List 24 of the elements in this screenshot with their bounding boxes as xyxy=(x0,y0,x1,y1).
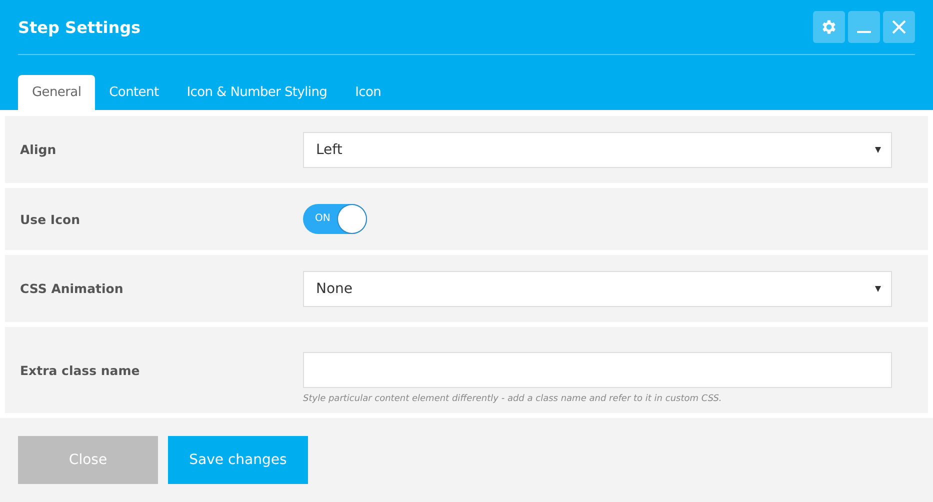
close-icon xyxy=(892,20,906,34)
field-label: CSS Animation xyxy=(20,281,124,296)
caret-icon xyxy=(875,146,881,152)
field-label: Extra class name xyxy=(20,362,141,378)
minimize-icon xyxy=(857,31,871,33)
field-label: Use Icon xyxy=(20,212,81,226)
select-field[interactable]: None xyxy=(303,270,892,306)
tab[interactable]: Icon & Number Styling xyxy=(172,75,342,110)
minimize-button[interactable] xyxy=(848,11,880,43)
settings-button[interactable] xyxy=(813,11,845,43)
tab[interactable]: Icon xyxy=(341,75,396,110)
close-button[interactable]: Close xyxy=(18,436,158,484)
field-label: Align xyxy=(20,142,58,157)
select-field[interactable]: Left xyxy=(303,132,892,168)
tab[interactable]: General xyxy=(18,75,96,110)
caret-icon xyxy=(875,286,881,292)
save-button[interactable]: Save changes xyxy=(168,436,308,484)
tab[interactable]: Content xyxy=(95,75,173,110)
toggle-switch[interactable]: ON xyxy=(303,204,367,234)
input-field[interactable] xyxy=(303,352,892,388)
close-button[interactable] xyxy=(883,11,915,43)
settings-icon xyxy=(820,18,838,36)
window-title: Step Settings xyxy=(18,18,141,36)
help-text: Style particular content element differently - add a class name and refer to it in custom CSS. xyxy=(303,394,723,404)
